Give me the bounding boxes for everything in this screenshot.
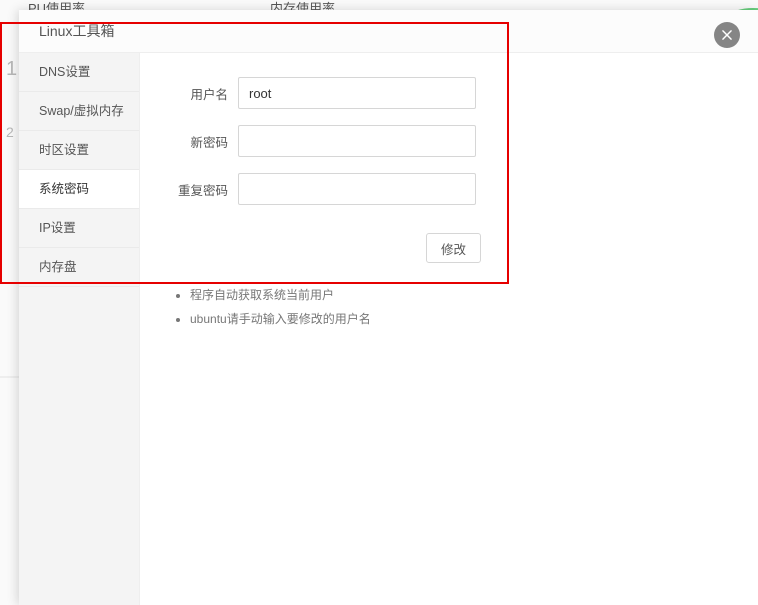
button-row: 修改: [170, 233, 728, 263]
close-icon: [720, 28, 734, 42]
bg-number-2: 2: [6, 124, 14, 140]
note-item: ubuntu请手动输入要修改的用户名: [190, 307, 728, 331]
sidebar-item-password[interactable]: 系统密码: [19, 170, 139, 209]
sidebar-item-label: 时区设置: [39, 143, 89, 157]
close-button[interactable]: [714, 22, 740, 48]
username-label: 用户名: [170, 84, 228, 103]
sidebar-item-label: DNS设置: [39, 65, 90, 79]
newpass-label: 新密码: [170, 132, 228, 151]
sidebar-item-dns[interactable]: DNS设置: [19, 53, 139, 92]
sidebar-item-timezone[interactable]: 时区设置: [19, 131, 139, 170]
sidebar-item-ramdisk[interactable]: 内存盘: [19, 248, 139, 287]
newpass-input[interactable]: [238, 125, 476, 157]
form-row-confirm: 重复密码: [170, 173, 728, 205]
sidebar: DNS设置 Swap/虚拟内存 时区设置 系统密码 IP设置 内存盘: [19, 53, 140, 605]
form-row-newpass: 新密码: [170, 125, 728, 157]
sidebar-item-label: 系统密码: [39, 182, 89, 196]
note-item: 程序自动获取系统当前用户: [190, 283, 728, 307]
form-row-username: 用户名: [170, 77, 728, 109]
sidebar-item-swap[interactable]: Swap/虚拟内存: [19, 92, 139, 131]
content-panel: 用户名 新密码 重复密码 修改 程序自动获取系统当前用户 ubuntu请手动输入…: [140, 53, 758, 605]
sidebar-item-label: 内存盘: [39, 260, 77, 274]
modal-title: Linux工具箱: [19, 10, 758, 53]
modal-body: DNS设置 Swap/虚拟内存 时区设置 系统密码 IP设置 内存盘 用户名: [19, 53, 758, 605]
confirm-label: 重复密码: [170, 180, 228, 199]
submit-button[interactable]: 修改: [426, 233, 481, 263]
username-input[interactable]: [238, 77, 476, 109]
linux-toolbox-modal: Linux工具箱 DNS设置 Swap/虚拟内存 时区设置 系统密码 IP设置 …: [19, 10, 758, 605]
notes-list: 程序自动获取系统当前用户 ubuntu请手动输入要修改的用户名: [170, 283, 728, 331]
sidebar-item-ip[interactable]: IP设置: [19, 209, 139, 248]
sidebar-item-label: Swap/虚拟内存: [39, 104, 124, 118]
confirm-input[interactable]: [238, 173, 476, 205]
sidebar-item-label: IP设置: [39, 221, 76, 235]
